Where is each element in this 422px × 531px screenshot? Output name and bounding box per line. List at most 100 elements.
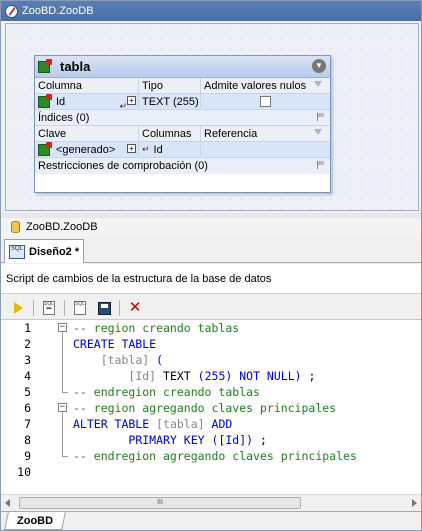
indices-flag-icon[interactable]	[317, 113, 325, 121]
code-keyword: NOT NULL)	[239, 369, 302, 383]
line-number-gutter: 1 2 3 4 5 6 7 8 9 10	[1, 320, 37, 494]
filter-icon[interactable]	[314, 129, 322, 135]
nullable-checkbox[interactable]	[259, 96, 271, 107]
col-header-type[interactable]: Tipo	[139, 78, 201, 93]
code-line: PRIMARY KEY ([Id]) ;	[73, 432, 421, 448]
fold-margin: − −	[58, 320, 70, 494]
line-number: 5	[24, 385, 31, 399]
code-line: -- region creando tablas	[73, 320, 421, 336]
fold-end	[62, 456, 68, 457]
code-keyword: ALTER TABLE	[73, 417, 150, 431]
collapse-icon[interactable]: ▼	[312, 59, 326, 73]
code-area[interactable]: -- region creando tablas CREATE TABLE [t…	[73, 320, 421, 480]
code-type: TEXT	[163, 369, 191, 383]
tab-zoobd[interactable]: ZooBD	[4, 512, 66, 530]
code-line: CREATE TABLE	[73, 336, 421, 352]
save-icon	[97, 301, 111, 315]
constraints-label: Restricciones de comprobación (0)	[38, 160, 208, 172]
tab-diseno2[interactable]: SQL Diseño2 *	[4, 239, 84, 263]
key-reference[interactable]	[201, 142, 326, 157]
document-title: ZooBD.ZooDB	[26, 221, 98, 233]
bottom-tab-label: ZooBD	[17, 514, 54, 527]
code-identifier: ([Id])	[211, 433, 254, 447]
open-sql-editor-button[interactable]: SQL ▬	[40, 299, 58, 317]
line-number: 2	[24, 337, 31, 351]
script-description: Script de cambios de la estructura de la…	[1, 264, 421, 294]
table-header[interactable]: tabla ▼	[35, 56, 330, 78]
indices-label: Índices (0)	[38, 111, 90, 124]
key-header-reference[interactable]: Referencia	[201, 126, 326, 141]
nullable-cell[interactable]	[201, 94, 326, 109]
close-icon: ✕	[128, 299, 142, 316]
column-name-cell[interactable]: Id ↵ +	[35, 94, 139, 109]
fold-toggle-icon[interactable]: −	[58, 403, 67, 412]
primary-key-icon	[38, 142, 52, 156]
key-columns-value: Id	[153, 143, 163, 156]
code-line: -- endregion creando tablas	[73, 384, 421, 400]
scroll-thumb[interactable]: III	[19, 497, 301, 509]
fold-end	[62, 392, 68, 393]
line-number: 1	[24, 321, 31, 335]
code-line: [Id] TEXT (255) NOT NULL) ;	[73, 368, 421, 384]
scroll-left-icon[interactable]	[5, 499, 10, 507]
line-number: 8	[24, 433, 31, 447]
play-icon	[13, 302, 23, 314]
key-header-columns[interactable]: Columnas	[139, 126, 201, 141]
line-number: 4	[24, 369, 31, 383]
keys-header-row: Clave Columnas Referencia	[35, 126, 330, 142]
save-button[interactable]	[95, 299, 113, 317]
key-row[interactable]: <generado> + ↵ Id	[35, 142, 330, 158]
code-paren: (	[156, 353, 164, 367]
line-number: 6	[24, 401, 31, 415]
column-type[interactable]: TEXT (255)	[139, 94, 201, 109]
code-line: ALTER TABLE [tabla] ADD	[73, 416, 421, 432]
code-identifier: [tabla]	[100, 353, 150, 367]
key-name-cell[interactable]: <generado> +	[35, 142, 139, 157]
sql-design-icon: SQL	[9, 244, 25, 259]
expand-icon[interactable]: +	[127, 144, 136, 153]
indices-section[interactable]: Índices (0)	[35, 110, 330, 126]
constraints-section[interactable]: Restricciones de comprobación (0)	[35, 158, 330, 174]
filter-icon[interactable]	[314, 81, 322, 87]
app-window: ZooBD.ZooDB tabla ▼ Columna Tipo Admite …	[0, 0, 422, 531]
design-titlebar: ZooBD.ZooDB	[1, 1, 421, 21]
fold-toggle-icon[interactable]: −	[58, 323, 67, 332]
tab-label: Diseño2 *	[29, 245, 80, 258]
code-keyword: PRIMARY KEY	[128, 433, 205, 447]
code-comment: -- endregion agregando claves principale…	[73, 449, 357, 463]
code-identifier: [Id]	[128, 369, 157, 383]
sql-document-icon: SQL ▬	[43, 301, 55, 315]
constraints-flag-icon[interactable]	[317, 161, 325, 169]
database-icon	[11, 221, 20, 233]
design-canvas[interactable]: tabla ▼ Columna Tipo Admite valores nulo…	[5, 23, 419, 211]
new-sql-button[interactable]: SQL	[71, 299, 89, 317]
key-header-reference-label: Referencia	[204, 127, 258, 140]
code-size: (255)	[197, 369, 233, 383]
code-comment: -- region agregando claves principales	[73, 401, 337, 415]
expand-icon[interactable]: +	[127, 96, 136, 105]
code-identifier: [tabla]	[156, 417, 205, 431]
link-arrow-icon: ↵	[119, 101, 127, 109]
execute-button[interactable]	[9, 299, 27, 317]
scroll-right-icon[interactable]	[412, 499, 417, 507]
sql-page-icon: SQL	[74, 301, 86, 315]
line-number: 3	[24, 353, 31, 367]
link-arrow-icon: ↵	[142, 144, 150, 154]
column-row[interactable]: Id ↵ + TEXT (255)	[35, 94, 330, 110]
table-box[interactable]: tabla ▼ Columna Tipo Admite valores nulo…	[34, 55, 331, 193]
key-columns[interactable]: ↵ Id	[139, 142, 201, 157]
discard-button[interactable]: ✕	[126, 299, 144, 317]
col-header-name[interactable]: Columna	[35, 78, 139, 93]
line-number: 7	[24, 417, 31, 431]
sql-editor[interactable]: 1 2 3 4 5 6 7 8 9 10 − − -- region crean…	[1, 319, 421, 494]
col-header-nullable[interactable]: Admite valores nulos	[201, 78, 326, 93]
code-terminator: ;	[308, 369, 316, 383]
col-header-nullable-label: Admite valores nulos	[204, 79, 307, 92]
key-header-key[interactable]: Clave	[35, 126, 139, 141]
app-logo-icon	[5, 4, 18, 18]
table-name[interactable]: tabla	[60, 59, 90, 74]
code-line: [tabla] (	[73, 352, 421, 368]
bottom-tabstrip: ZooBD	[1, 511, 421, 530]
horizontal-scrollbar[interactable]: III	[1, 494, 421, 510]
